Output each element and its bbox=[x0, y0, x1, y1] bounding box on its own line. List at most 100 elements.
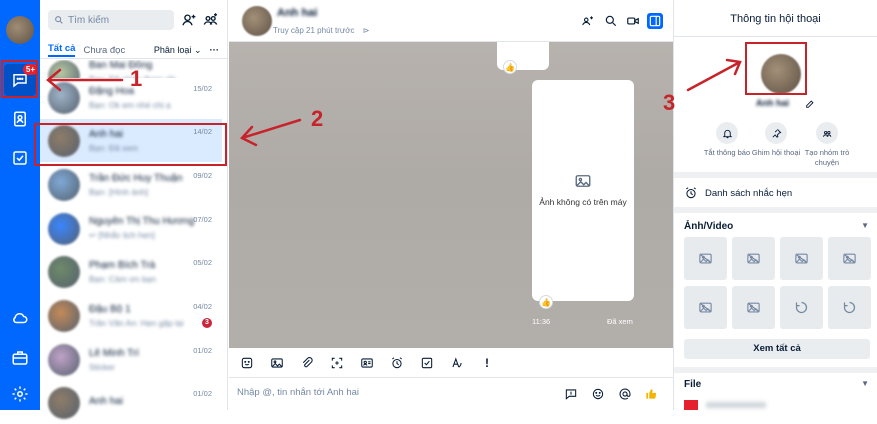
reminder-button[interactable] bbox=[389, 355, 405, 371]
conversation-row[interactable]: Lê Minh Trí Sticker 01/02 bbox=[40, 338, 222, 381]
user-avatar[interactable] bbox=[6, 16, 34, 44]
tab-divider bbox=[40, 58, 227, 59]
conversation-text: Đặng Hoa Bạn: Ok em nhé chị ạ bbox=[89, 86, 199, 110]
sidebar-panel-icon bbox=[649, 15, 661, 27]
chevron-down-icon: ⌄ bbox=[193, 44, 202, 55]
search-icon bbox=[605, 15, 617, 27]
conversation-avatar bbox=[48, 386, 80, 419]
tab-all[interactable]: Tất cả bbox=[48, 43, 76, 57]
send-like-button[interactable] bbox=[643, 386, 659, 402]
section-divider bbox=[674, 367, 877, 373]
pin-icon bbox=[772, 128, 781, 138]
broken-image-icon bbox=[747, 253, 760, 264]
broken-image-icon bbox=[747, 302, 760, 313]
chat-last-seen: Truy cập 21 phút trước ⊳ bbox=[273, 26, 369, 35]
tab-unread[interactable]: Chưa đọc bbox=[83, 45, 125, 56]
conversation-row[interactable]: Anh hai 01/02 bbox=[40, 381, 222, 424]
toolbox-nav-button[interactable] bbox=[4, 342, 36, 374]
info-contact-avatar[interactable] bbox=[761, 54, 801, 94]
tag-icon[interactable]: ⊳ bbox=[363, 26, 370, 35]
reaction-like-icon[interactable]: 👍 bbox=[539, 295, 553, 309]
send-image-button[interactable] bbox=[269, 355, 285, 371]
cloud-nav-button[interactable] bbox=[4, 302, 36, 334]
attach-file-button[interactable] bbox=[299, 355, 315, 371]
chat-contact-avatar[interactable] bbox=[242, 6, 272, 36]
media-thumbnail[interactable] bbox=[732, 286, 775, 329]
media-thumbnail[interactable] bbox=[828, 237, 871, 280]
alarm-clock-icon bbox=[686, 187, 696, 199]
search-chat-button[interactable] bbox=[603, 13, 619, 29]
edit-pencil-icon[interactable] bbox=[805, 99, 815, 109]
conversation-info-panel: Thông tin hội thoại Anh hai Tắt thông bá… bbox=[673, 0, 877, 410]
add-friend-icon[interactable] bbox=[180, 11, 198, 29]
emoji-button[interactable] bbox=[590, 386, 606, 402]
create-group-icon[interactable] bbox=[202, 11, 220, 29]
collapse-caret-icon[interactable]: ▼ bbox=[861, 221, 869, 230]
unread-count-badge: 3 bbox=[202, 318, 212, 328]
quick-message-button[interactable] bbox=[563, 386, 579, 402]
toggle-info-panel-button[interactable] bbox=[647, 13, 663, 29]
conversation-name: Lê Minh Trí bbox=[89, 347, 140, 359]
video-call-button[interactable] bbox=[625, 13, 641, 29]
mention-button[interactable] bbox=[617, 386, 633, 402]
image-unavailable-text: Ảnh không có trên máy bbox=[539, 197, 627, 207]
message-input[interactable] bbox=[237, 387, 537, 398]
video-camera-icon bbox=[627, 17, 639, 25]
todo-nav-button[interactable] bbox=[4, 142, 36, 174]
add-member-button[interactable] bbox=[580, 13, 596, 29]
sticker-icon bbox=[241, 357, 253, 368]
search-input[interactable] bbox=[68, 14, 168, 26]
message-area: 👍 Ảnh không có trên máy 👍 11:36 Đã xem bbox=[229, 42, 673, 348]
broken-image-icon bbox=[699, 253, 712, 264]
media-thumbnail[interactable] bbox=[780, 286, 823, 329]
conversation-name: Nguyễn Thị Thu Hương bbox=[89, 216, 195, 227]
conversation-date: 14/02 bbox=[193, 127, 212, 136]
classify-dropdown[interactable]: Phân loại ⌄ bbox=[154, 45, 202, 56]
loading-icon bbox=[795, 301, 808, 314]
more-options-button[interactable]: ··· bbox=[210, 45, 220, 56]
conversation-preview: Bạn: Đã xem bbox=[89, 142, 139, 153]
conversation-text: Anh hai Bạn: Đã xem bbox=[89, 129, 199, 153]
text-format-button[interactable] bbox=[449, 355, 465, 371]
mark-important-button[interactable]: ! bbox=[479, 355, 495, 371]
conversation-preview: Bạn: [Hình ảnh] bbox=[89, 186, 149, 197]
conversation-row[interactable]: Phạm Bích Trà Bạn: Cảm ơn bạn 05/02 bbox=[40, 250, 222, 293]
media-thumbnail[interactable] bbox=[828, 286, 871, 329]
send-contact-card-button[interactable] bbox=[359, 355, 375, 371]
collapse-caret-icon[interactable]: ▼ bbox=[861, 379, 869, 388]
conversation-row[interactable]: Trần Đức Huy Thuận Bạn: [Hình ảnh] 09/02 bbox=[40, 163, 222, 206]
message-seen-status: Đã xem bbox=[607, 317, 633, 326]
media-thumbnail[interactable] bbox=[732, 237, 775, 280]
image-message-bubble[interactable]: Ảnh không có trên máy bbox=[532, 80, 634, 301]
media-thumbnail[interactable] bbox=[684, 237, 727, 280]
contacts-nav-button[interactable] bbox=[4, 103, 36, 135]
cloud-icon bbox=[13, 312, 28, 324]
callout-number-1: 1 bbox=[130, 66, 143, 91]
media-thumbnail[interactable] bbox=[684, 286, 727, 329]
paperclip-icon bbox=[302, 356, 313, 367]
file-section-title[interactable]: File bbox=[684, 379, 701, 390]
conversation-avatar bbox=[48, 212, 80, 245]
reaction-like-icon[interactable]: 👍 bbox=[503, 60, 517, 74]
assign-task-button[interactable] bbox=[419, 355, 435, 371]
see-all-media-button[interactable]: Xem tất cả bbox=[684, 339, 870, 359]
file-name[interactable] bbox=[706, 402, 766, 408]
conversation-row[interactable]: Nguyễn Thị Thu Hương ↩ [Nhắc lịch hẹn] 07/… bbox=[40, 207, 222, 250]
screenshot-button[interactable] bbox=[329, 355, 345, 371]
media-section-title[interactable]: Ảnh/Video bbox=[684, 221, 733, 232]
task-check-icon bbox=[421, 357, 433, 368]
media-thumbnail[interactable] bbox=[780, 237, 823, 280]
messages-nav-button[interactable]: 5+ bbox=[4, 64, 38, 96]
gear-icon bbox=[12, 386, 28, 402]
search-box[interactable] bbox=[48, 10, 174, 30]
sticker-button[interactable] bbox=[239, 355, 255, 371]
group-add-icon bbox=[822, 130, 831, 137]
reminder-list-item[interactable]: Danh sách nhắc hẹn bbox=[684, 186, 792, 200]
settings-nav-button[interactable] bbox=[4, 378, 36, 410]
conversation-row[interactable]: Đậu Bộ 1 Trần Văn An: Hẹn gặp lại 04/02 3 bbox=[40, 294, 222, 337]
conversation-row[interactable]: Anh hai Bạn: Đã xem 14/02 bbox=[40, 119, 222, 162]
conversation-list-panel: Tất cả Chưa đọc Phân loại ⌄ ··· Ban Mai … bbox=[40, 0, 265, 419]
chat-contact-name[interactable]: Anh hai bbox=[277, 7, 317, 19]
conversation-avatar bbox=[48, 81, 80, 114]
create-group-chat-button[interactable]: Tạo nhóm trò chuyện bbox=[797, 122, 857, 168]
